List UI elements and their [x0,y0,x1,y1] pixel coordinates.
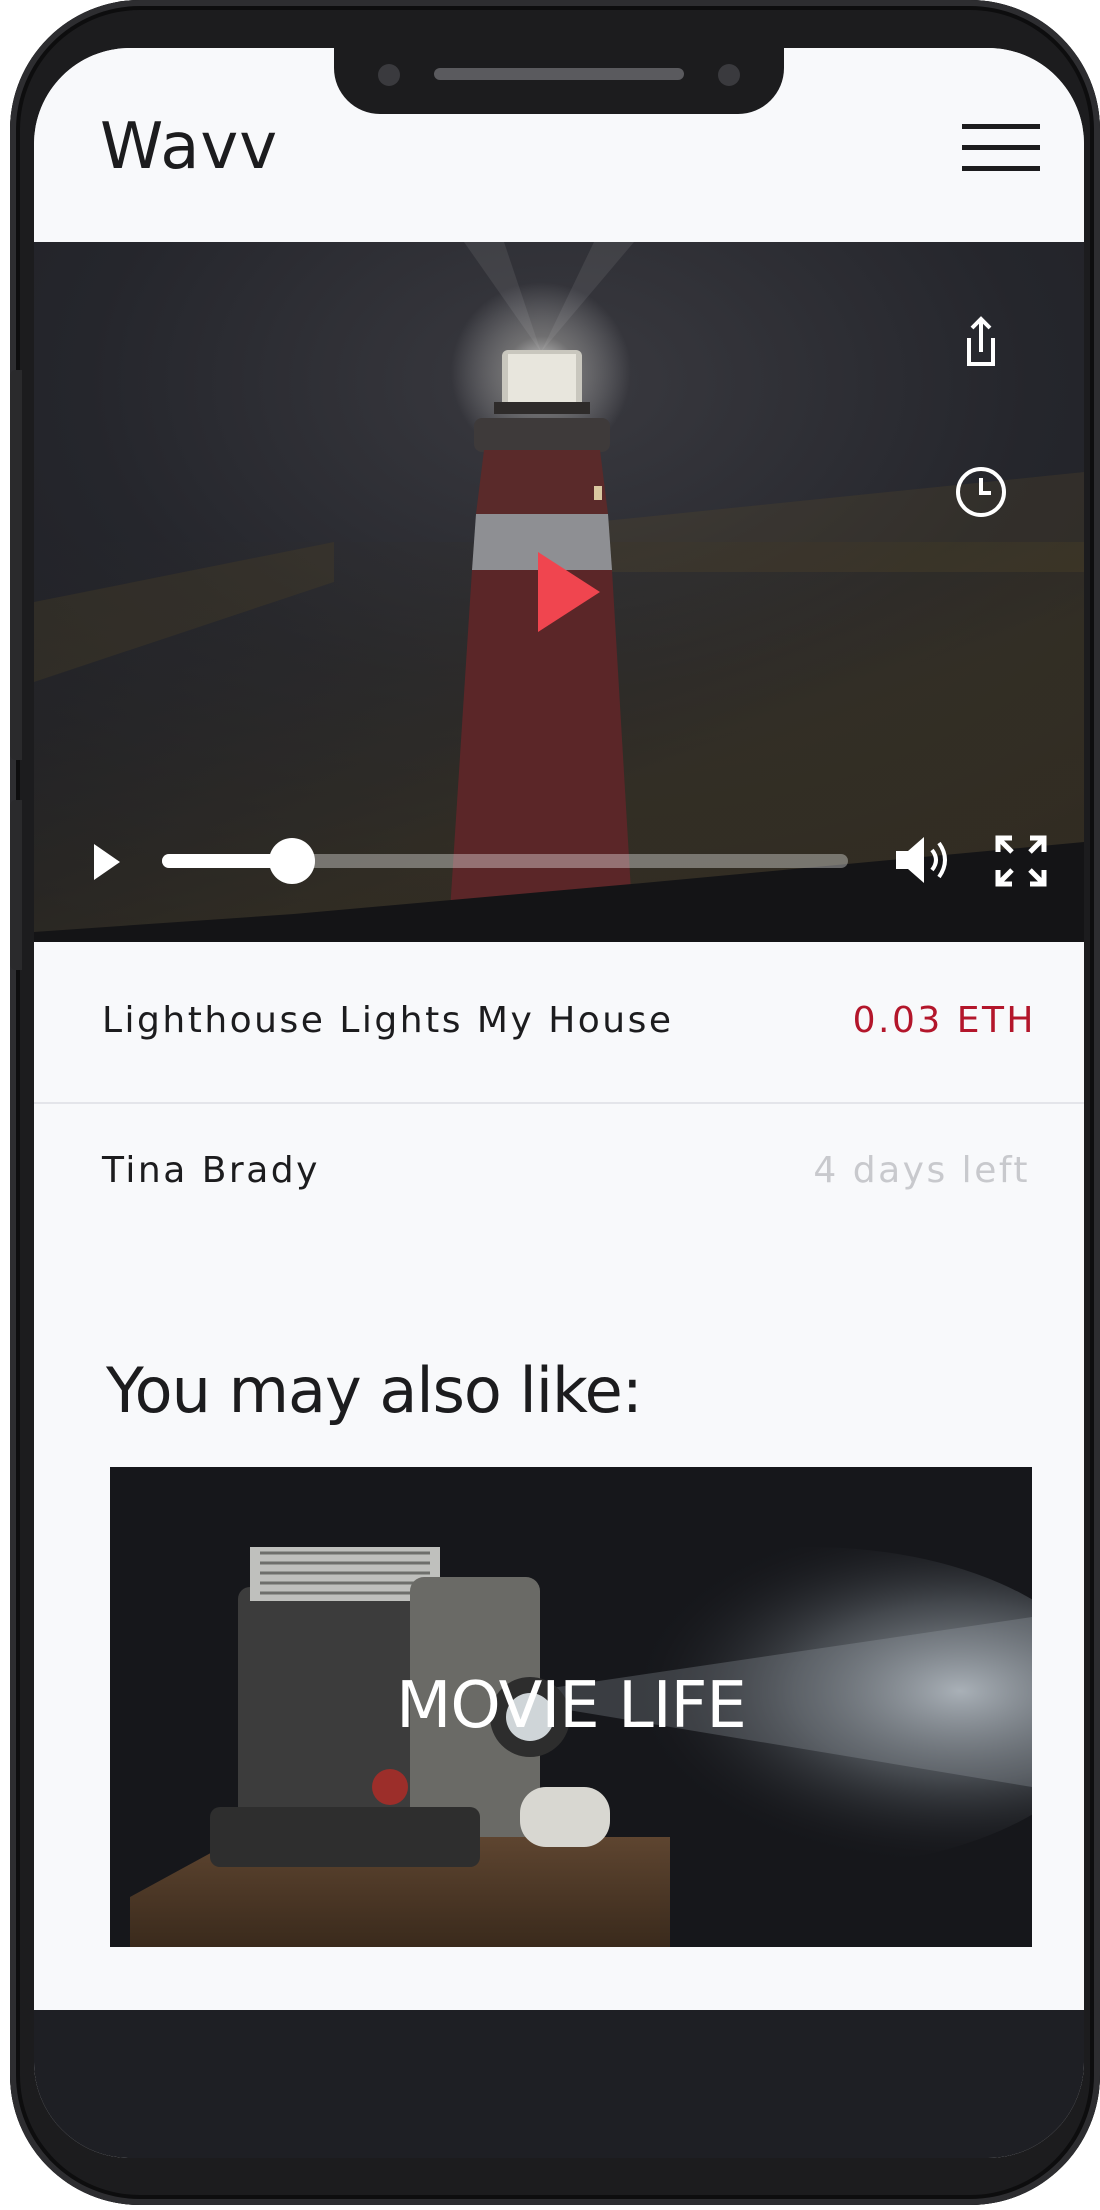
track-artist-row: Tina Brady 4 days left [34,1104,1084,1234]
side-button [10,800,22,970]
speaker-grille [434,68,684,80]
notch [334,48,784,114]
screen: Wavv Lighthouse Lights My House 0.03 ETH… [34,48,1084,2158]
clock-icon[interactable] [951,462,1011,522]
fullscreen-icon[interactable] [994,834,1048,888]
video-player[interactable] [34,242,1084,942]
app-logo[interactable]: Wavv [100,110,278,184]
hamburger-menu-icon[interactable] [962,124,1040,174]
track-title: Lighthouse Lights My House [102,1000,674,1041]
time-left: 4 days left [813,1150,1030,1191]
recommendation-card[interactable]: MOVIE LIFE [110,1467,1032,1947]
track-artist[interactable]: Tina Brady [102,1150,320,1191]
volume-icon[interactable] [894,834,954,886]
camera-dot [378,64,400,86]
phone-frame: Wavv Lighthouse Lights My House 0.03 ETH… [10,0,1100,2205]
card-label: MOVIE LIFE [396,1669,747,1743]
share-icon[interactable] [951,312,1011,372]
progress-thumb[interactable] [269,838,316,884]
progress-bar[interactable] [162,838,848,884]
play-icon[interactable] [534,548,604,636]
track-price: 0.03 ETH [852,1000,1036,1041]
track-title-row: Lighthouse Lights My House 0.03 ETH [34,942,1084,1104]
footer [34,2010,1084,2158]
camera-dot [718,64,740,86]
side-button [10,370,22,760]
control-play-icon[interactable] [90,842,122,882]
recommendations-heading: You may also like: [106,1354,643,1427]
